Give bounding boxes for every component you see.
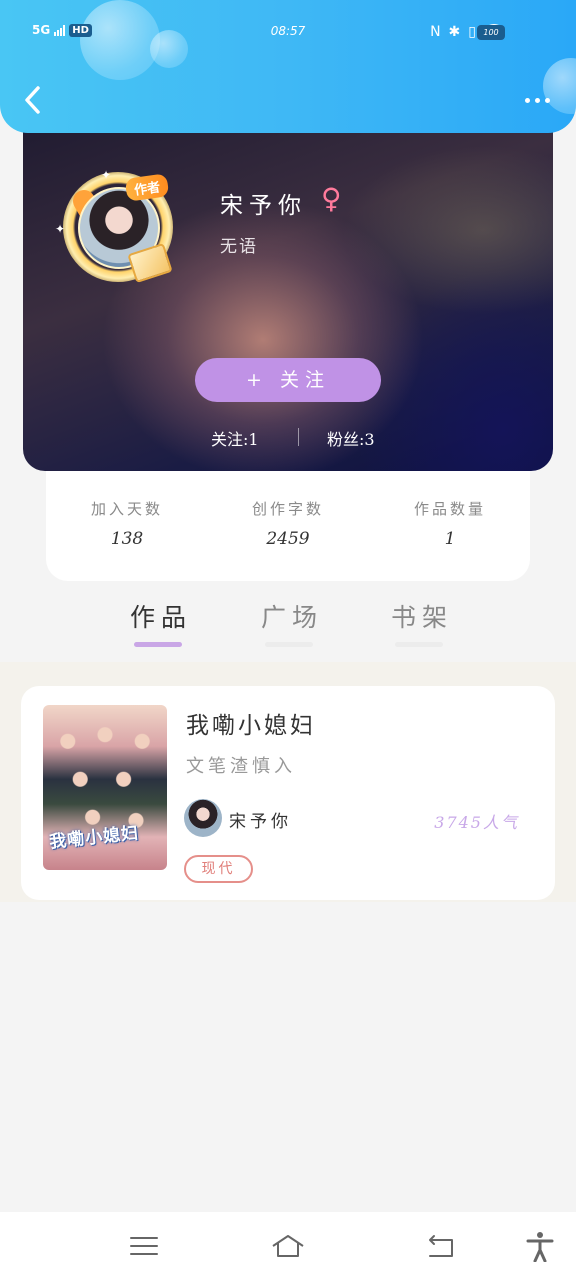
more-dots-icon [525,98,530,103]
book-author: 宋予你 [229,812,292,832]
stat-value: 138 [110,529,144,549]
tab-bookshelf[interactable]: 书架 [391,598,453,634]
back-button[interactable] [18,82,48,118]
accessibility-button[interactable] [522,1230,558,1263]
accessibility-icon [526,1232,554,1263]
genre-tag[interactable]: 现代 [184,855,253,883]
divider [298,428,299,446]
back-arrow-icon [429,1235,453,1257]
chevron-left-icon [25,86,40,114]
stat-label: 作品数量 [413,500,486,518]
sparkle-icon: ✦ [101,168,112,182]
stat-value: 2459 [266,529,310,549]
stat-word-count: 创作字数 2459 [228,498,348,549]
menu-icon [130,1237,158,1255]
nfc-icon: N [430,23,441,40]
stats-panel: 加入天数 138 创作字数 2459 作品数量 1 [46,460,530,581]
bluetooth-icon: ✱ [448,23,461,40]
work-card[interactable]: 我嘞小媳妇 我嘞小媳妇 文笔渣慎入 宋予你 3745人气 现代 [21,686,555,900]
top-header: 5G HD 08:57 N ✱ ▯ 100 [0,0,576,133]
tab-indicator-active [134,642,182,647]
stat-works-count: 作品数量 1 [390,498,510,549]
stat-label: 创作字数 [251,500,324,518]
tab-indicator [265,642,313,647]
system-nav-bar [0,1212,576,1280]
decorative-bubble [543,58,576,114]
vibrate-icon: ▯ [468,23,476,40]
stat-label: 加入天数 [90,500,163,518]
tab-works[interactable]: 作品 [130,598,192,634]
female-icon: ♀ [321,182,342,215]
fans-count[interactable]: 粉丝:3 [327,426,375,450]
stat-join-days: 加入天数 138 [67,498,187,549]
profile-card: 作者 ✦ ✦ 宋予你 ♀ 无语 + 关注 关注:1 粉丝:3 [23,110,553,471]
home-icon [272,1235,304,1257]
tab-indicator [395,642,443,647]
home-button[interactable] [270,1230,306,1262]
more-button[interactable] [525,98,550,103]
back-nav-button[interactable] [422,1230,458,1262]
following-count[interactable]: 关注:1 [211,426,259,450]
popularity-count: 3745人气 [434,813,519,832]
tab-square[interactable]: 广场 [261,598,323,634]
book-cover[interactable]: 我嘞小媳妇 [43,705,167,870]
sparkle-icon: ✦ [55,222,66,236]
author-avatar-small [184,799,222,837]
follow-button[interactable]: + 关注 [195,358,381,402]
book-description: 文笔渣慎入 [186,756,296,777]
user-name: 宋予你 [220,193,307,219]
user-bio: 无语 [220,237,258,257]
battery-icon: 100 [477,25,505,40]
follow-stats: 关注:1 粉丝:3 [23,426,553,450]
stat-value: 1 [444,529,456,549]
menu-button[interactable] [126,1230,162,1262]
book-title[interactable]: 我嘞小媳妇 [186,706,316,740]
